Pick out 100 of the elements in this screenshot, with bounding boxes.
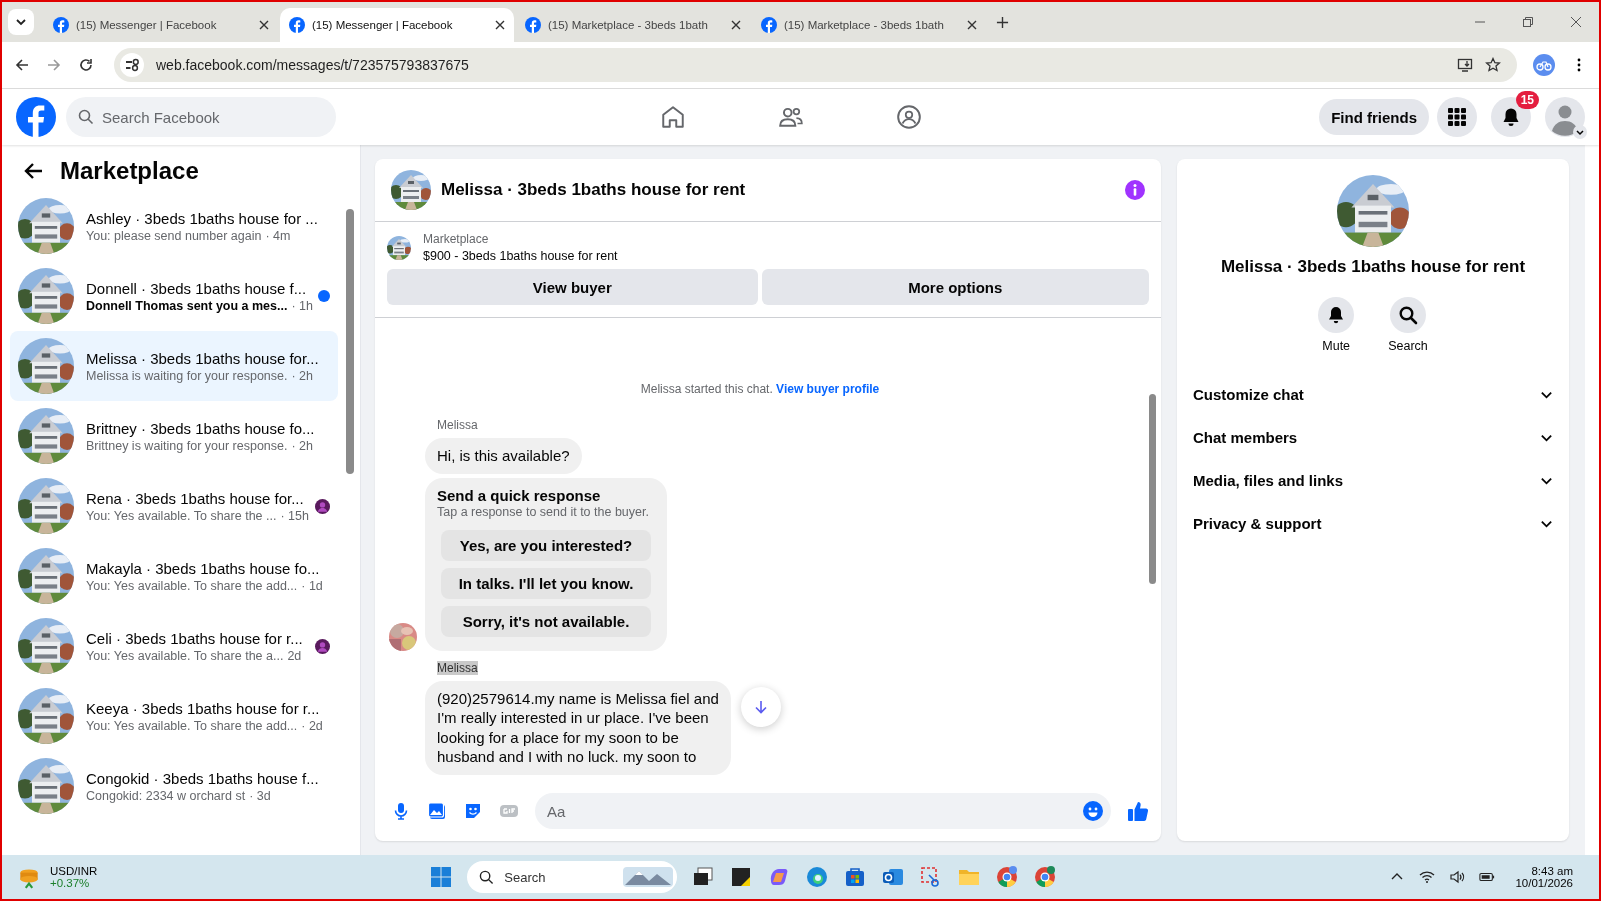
- message-preview: You: Yes available. To share the add...: [86, 578, 298, 593]
- listing-title: $900 - 3beds 1baths house for rent: [423, 249, 618, 263]
- quick-reply-button[interactable]: Sorry, it's not available.: [441, 605, 651, 637]
- quick-reply-button[interactable]: In talks. I'll let you know.: [441, 567, 651, 599]
- edge-icon[interactable]: [805, 865, 830, 889]
- conversation-item[interactable]: Melissa · 3beds 1baths house for... Melissa is waiting for your response. · 2h: [10, 331, 338, 401]
- tab-search-button[interactable]: [8, 9, 34, 35]
- volume-icon[interactable]: [1449, 870, 1466, 884]
- conversation-title: Ashley · 3beds 1baths house for ...: [86, 209, 319, 227]
- clock-date: 10/01/2026: [1515, 877, 1573, 889]
- message-preview: Congokid: 2334 w orchard st: [86, 788, 246, 803]
- message-time: · 2d: [301, 718, 323, 733]
- quick-response-hint: Tap a response to send it to the buyer.: [437, 504, 650, 519]
- chrome-icon[interactable]: [1033, 865, 1058, 889]
- back-icon[interactable]: [14, 57, 30, 73]
- back-icon[interactable]: [24, 161, 44, 181]
- info-icon[interactable]: [1125, 180, 1145, 200]
- section-header[interactable]: Media, files and links: [1193, 459, 1553, 502]
- home-icon[interactable]: [659, 104, 686, 130]
- install-icon[interactable]: [1457, 57, 1473, 73]
- restore-icon[interactable]: [1522, 16, 1534, 28]
- chat-title: Melissa · 3beds 1baths house for rent: [441, 180, 746, 200]
- profile-icon[interactable]: [1533, 54, 1555, 76]
- conversation-item[interactable]: Celi · 3beds 1baths house for r... You: Yes available. To share the a... 2d: [10, 611, 338, 681]
- conversation-item[interactable]: Congokid · 3beds 1baths house f... Congokid: 2334 w orchard st · 3d: [10, 751, 338, 821]
- chrome-icon[interactable]: [995, 865, 1020, 889]
- caret-icon: [15, 16, 27, 28]
- action-button[interactable]: More options: [761, 269, 1149, 305]
- message-input[interactable]: Aa: [535, 793, 1111, 829]
- message-time: 2d: [287, 648, 302, 663]
- facebook-logo-icon: [53, 17, 69, 33]
- view-buyer-profile-link[interactable]: View buyer profile: [776, 382, 880, 396]
- star-icon[interactable]: [1485, 57, 1501, 73]
- message-time: · 1d: [301, 578, 323, 593]
- emoji-icon[interactable]: [1083, 801, 1103, 821]
- message-time: · 2h: [291, 368, 314, 383]
- mute-button[interactable]: [1318, 297, 1355, 333]
- sticker-icon[interactable]: [463, 801, 483, 821]
- conversation-name: Melissa · 3beds 1baths house for rent: [1220, 257, 1526, 277]
- search-icon: [1398, 305, 1418, 325]
- conversation-item[interactable]: Donnell · 3beds 1baths house f... Donnell Thomas sent you a mes... · 1h: [10, 261, 338, 331]
- new-tab-icon[interactable]: [996, 15, 1009, 29]
- close-icon[interactable]: [259, 20, 269, 30]
- message-preview: You: Yes available. To share the a...: [86, 648, 284, 663]
- caret-icon[interactable]: [1573, 125, 1587, 139]
- groups-icon[interactable]: [895, 104, 922, 130]
- section-header[interactable]: Chat members: [1193, 416, 1553, 459]
- scroll-down-button[interactable]: [741, 687, 781, 727]
- facebook-logo-icon[interactable]: [16, 97, 56, 137]
- panel-title: Marketplace: [60, 157, 199, 185]
- find-friends-button[interactable]: Find friends: [1319, 99, 1429, 135]
- clock-time: 8:43 am: [1531, 865, 1573, 877]
- browser-tab[interactable]: (15) Messenger | Facebook: [280, 8, 514, 42]
- thumbs-up-icon[interactable]: [1127, 800, 1149, 822]
- photo-icon[interactable]: [427, 801, 447, 821]
- conversation-item[interactable]: Rena · 3beds 1baths house for... You: Yes available. To share the ... · 15h: [10, 471, 338, 541]
- close-icon[interactable]: [495, 20, 505, 30]
- search-icon: [78, 109, 94, 125]
- close-icon[interactable]: [731, 20, 741, 30]
- message-bubble: (920)2579614.my name is Melissa fiel and I'm really interested in ur place. I've been looking for a place for my soon to be husband and I with no luck. my soon to: [425, 680, 731, 775]
- message-bubble: Hi, is this available?: [425, 438, 582, 474]
- start-icon[interactable]: [429, 865, 454, 889]
- battery-icon[interactable]: [1479, 870, 1496, 884]
- section-header[interactable]: Customize chat: [1193, 373, 1553, 416]
- section-header[interactable]: Privacy & support: [1193, 502, 1553, 545]
- browser-tab[interactable]: (15) Messenger | Facebook: [44, 8, 278, 42]
- action-button[interactable]: View buyer: [387, 269, 758, 305]
- wifi-icon[interactable]: [1419, 870, 1436, 884]
- conversation-title: Brittney · 3beds 1baths house fo...: [86, 419, 316, 437]
- reload-icon[interactable]: [78, 57, 94, 73]
- close-icon[interactable]: [967, 20, 977, 30]
- facebook-logo-icon: [525, 17, 541, 33]
- menu-button[interactable]: [1437, 97, 1477, 137]
- forward-icon[interactable]: [46, 57, 62, 73]
- search-button[interactable]: [1390, 297, 1426, 333]
- grid-icon: [1447, 107, 1467, 127]
- site-settings-icon[interactable]: [120, 53, 144, 77]
- message-preview: Brittney is waiting for your response.: [86, 438, 288, 453]
- sender-name: Melissa: [437, 418, 478, 432]
- message-preview: You: please send number again: [86, 228, 262, 243]
- conversation-item[interactable]: Ashley · 3beds 1baths house for ... You: please send number again · 4m: [10, 191, 338, 261]
- address-bar[interactable]: web.facebook.com/messages/t/723575793837675: [114, 48, 1517, 82]
- facebook-logo-icon: [289, 17, 305, 33]
- conversation-item[interactable]: Makayla · 3beds 1baths house fo... You: Yes available. To share the add... · 1d: [10, 541, 338, 611]
- conversation-item[interactable]: Keeya · 3beds 1baths house for r... You: Yes available. To share the add... · 2d: [10, 681, 338, 751]
- widget-title: USD/INR: [50, 865, 98, 877]
- conversation-item[interactable]: Brittney · 3beds 1baths house fo... Brittney is waiting for your response. · 2h: [10, 401, 338, 471]
- conversation-title: Rena · 3beds 1baths house for...: [86, 489, 303, 507]
- message-preview: Donnell Thomas sent you a mes...: [86, 298, 288, 313]
- conversation-title: Donnell · 3beds 1baths house f...: [86, 279, 306, 297]
- close-icon[interactable]: [1570, 16, 1582, 28]
- arrow-down-icon: [753, 699, 769, 715]
- browser-tab[interactable]: (15) Marketplace - 3beds 1bath: [752, 8, 986, 42]
- quick-reply-button[interactable]: Yes, are you interested?: [441, 529, 651, 561]
- browser-tab[interactable]: (15) Marketplace - 3beds 1bath: [516, 8, 750, 42]
- message-preview: Melissa is waiting for your response.: [86, 368, 288, 383]
- search-field[interactable]: Search Facebook: [66, 97, 336, 137]
- taskbar-search[interactable]: Search: [467, 861, 678, 893]
- message-time: · 4m: [265, 228, 291, 243]
- scrollbar[interactable]: [1585, 145, 1599, 855]
